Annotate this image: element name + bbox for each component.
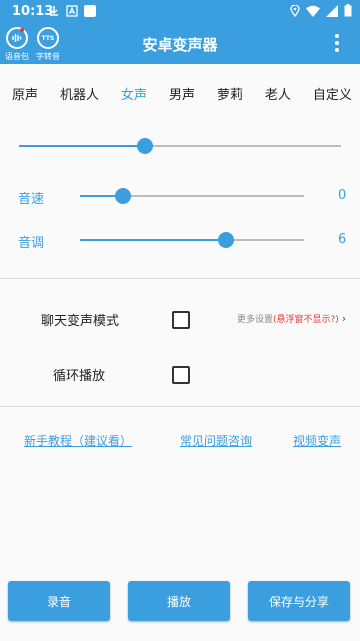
loop-play-checkbox[interactable] <box>172 366 190 384</box>
new-badge-dot <box>20 28 24 32</box>
location-icon <box>290 4 300 17</box>
tutorial-link[interactable]: 新手教程（建议看） <box>24 432 132 449</box>
pitch-slider[interactable] <box>80 232 304 248</box>
tab-elder[interactable]: 老人 <box>265 84 291 108</box>
overflow-menu-icon[interactable] <box>334 34 340 54</box>
slider-fill <box>19 145 145 147</box>
record-button[interactable]: 录音 <box>8 581 110 621</box>
status-bar: 10:13 <box>0 0 360 24</box>
tab-original[interactable]: 原声 <box>12 84 38 108</box>
more-settings-link[interactable]: 更多设置(悬浮窗不显示?) › <box>237 312 346 325</box>
voice-type-tabs: 原声 机器人 女声 男声 萝莉 老人 自定义 <box>0 84 360 108</box>
tab-loli[interactable]: 萝莉 <box>217 84 243 108</box>
app-bar: 语音包 TTS 字转音 安卓变声器 <box>0 24 360 64</box>
tab-male[interactable]: 男声 <box>169 84 195 108</box>
tab-robot[interactable]: 机器人 <box>60 84 99 108</box>
chat-mode-label: 聊天变声模式 <box>41 314 120 329</box>
page-title: 安卓变声器 <box>142 36 218 54</box>
signal-icon <box>326 4 338 17</box>
wifi-icon <box>306 5 320 17</box>
faq-link[interactable]: 常见问题咨询 <box>180 432 252 449</box>
speed-label: 音速 <box>18 192 45 207</box>
floating-window-hint: (悬浮窗不显示?) <box>273 315 339 325</box>
tab-female[interactable]: 女声 <box>121 84 147 108</box>
slider-thumb[interactable] <box>114 188 131 204</box>
speed-slider[interactable] <box>80 188 304 204</box>
save-share-button[interactable]: 保存与分享 <box>248 581 350 621</box>
tab-custom[interactable]: 自定义 <box>313 84 352 108</box>
pitch-label: 音调 <box>18 236 45 251</box>
pitch-value: 6 <box>338 232 347 247</box>
speed-value: 0 <box>338 188 347 203</box>
app-notification-icon <box>84 5 96 17</box>
divider <box>0 406 360 407</box>
chevron-right-icon: › <box>341 312 347 325</box>
play-button[interactable]: 播放 <box>128 581 230 621</box>
voice-intensity-slider[interactable] <box>19 138 341 154</box>
slider-thumb[interactable] <box>217 232 234 248</box>
notification-a-icon <box>66 5 78 17</box>
slider-fill <box>80 239 226 241</box>
download-icon <box>50 6 58 16</box>
chat-mode-checkbox[interactable] <box>172 311 190 329</box>
status-right-icons <box>290 4 352 17</box>
video-voice-change-link[interactable]: 视频变声 <box>293 432 341 449</box>
divider <box>0 278 360 279</box>
battery-icon <box>344 4 352 17</box>
loop-play-label: 循环播放 <box>53 369 106 384</box>
slider-thumb[interactable] <box>136 138 153 154</box>
